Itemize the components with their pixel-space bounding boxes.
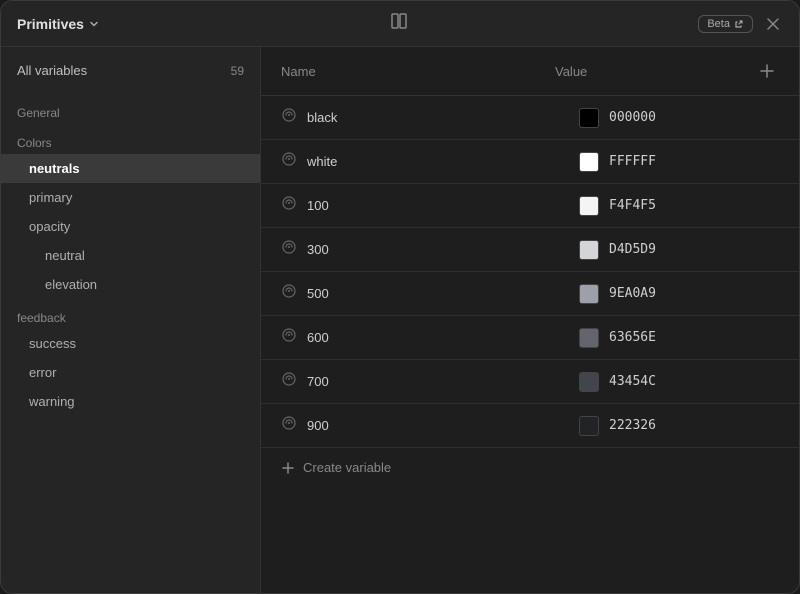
swatch-600 [579,328,599,348]
var-name-500: 500 [307,286,579,301]
hex-900: 222326 [609,418,656,433]
sidebar-group-colors: Colors [1,124,260,154]
var-name-100: 100 [307,198,579,213]
sidebar-item-warning[interactable]: warning [1,387,260,416]
var-row-600[interactable]: 600 63656E [261,316,799,360]
beta-label: Beta [707,18,730,30]
sidebar-item-neutral[interactable]: neutral [1,241,260,270]
var-name-black: black [307,110,579,125]
var-value-300: D4D5D9 [579,240,779,260]
close-button[interactable] [763,14,783,34]
var-row-black[interactable]: black 000000 [261,96,799,140]
sidebar-item-error[interactable]: error [1,358,260,387]
hex-600: 63656E [609,330,656,345]
color-type-icon-700 [281,371,297,392]
var-row-500[interactable]: 500 9EA0A9 [261,272,799,316]
var-value-700: 43454C [579,372,779,392]
content-area: All variables 59 General Colors neutrals… [1,47,799,593]
color-type-icon-100 [281,195,297,216]
hex-100: F4F4F5 [609,198,656,213]
color-type-icon [281,107,297,128]
var-row-white[interactable]: white FFFFFF [261,140,799,184]
color-type-icon-600 [281,327,297,348]
swatch-white [579,152,599,172]
sidebar-item-opacity[interactable]: opacity [1,212,260,241]
hex-black: 000000 [609,110,656,125]
var-value-600: 63656E [579,328,779,348]
sidebar-all-variables[interactable]: All variables 59 [1,55,260,86]
var-row-300[interactable]: 300 D4D5D9 [261,228,799,272]
col-value-label: Value [555,64,755,79]
swatch-500 [579,284,599,304]
plus-icon [281,461,295,475]
beta-badge[interactable]: Beta [698,15,753,33]
var-name-white: white [307,154,579,169]
title-bar-left: Primitives [17,16,100,32]
hex-white: FFFFFF [609,154,656,169]
swatch-900 [579,416,599,436]
col-name-label: Name [281,64,555,79]
sidebar-group-general: General [1,94,260,124]
var-row-700[interactable]: 700 43454C [261,360,799,404]
sidebar: All variables 59 General Colors neutrals… [1,47,261,593]
var-name-700: 700 [307,374,579,389]
swatch-black [579,108,599,128]
main-panel: Name Value [261,47,799,593]
swatch-700 [579,372,599,392]
var-value-100: F4F4F5 [579,196,779,216]
primitives-dropdown[interactable]: Primitives [17,16,100,32]
color-type-icon-900 [281,415,297,436]
color-type-icon-300 [281,239,297,260]
add-variable-button[interactable] [755,59,779,83]
window-title: Primitives [17,16,84,32]
var-row-100[interactable]: 100 F4F4F5 [261,184,799,228]
swatch-100 [579,196,599,216]
sidebar-item-elevation[interactable]: elevation [1,270,260,299]
color-type-icon-500 [281,283,297,304]
layout-icon[interactable] [389,11,409,36]
create-variable-label: Create variable [303,460,391,475]
sidebar-item-primary[interactable]: primary [1,183,260,212]
var-name-300: 300 [307,242,579,257]
all-variables-count: 59 [231,64,244,78]
variables-list: black 000000 [261,96,799,593]
color-type-icon-white [281,151,297,172]
chevron-down-icon [88,18,100,30]
hex-300: D4D5D9 [609,242,656,257]
external-link-icon [734,19,744,29]
variables-header: Name Value [261,47,799,96]
sidebar-item-neutrals[interactable]: neutrals [1,154,260,183]
var-value-900: 222326 [579,416,779,436]
hex-700: 43454C [609,374,656,389]
var-name-900: 900 [307,418,579,433]
var-name-600: 600 [307,330,579,345]
swatch-300 [579,240,599,260]
sidebar-item-success[interactable]: success [1,329,260,358]
main-window: Primitives Beta [0,0,800,594]
var-value-500: 9EA0A9 [579,284,779,304]
title-bar-right: Beta [698,14,783,34]
title-bar: Primitives Beta [1,1,799,47]
sidebar-group-feedback: feedback [1,299,260,329]
create-variable-row[interactable]: Create variable [261,448,799,487]
sidebar-all-vars-section: All variables 59 [1,47,260,94]
hex-500: 9EA0A9 [609,286,656,301]
var-row-900[interactable]: 900 222326 [261,404,799,448]
var-value-black: 000000 [579,108,779,128]
var-value-white: FFFFFF [579,152,779,172]
all-variables-label: All variables [17,63,87,78]
